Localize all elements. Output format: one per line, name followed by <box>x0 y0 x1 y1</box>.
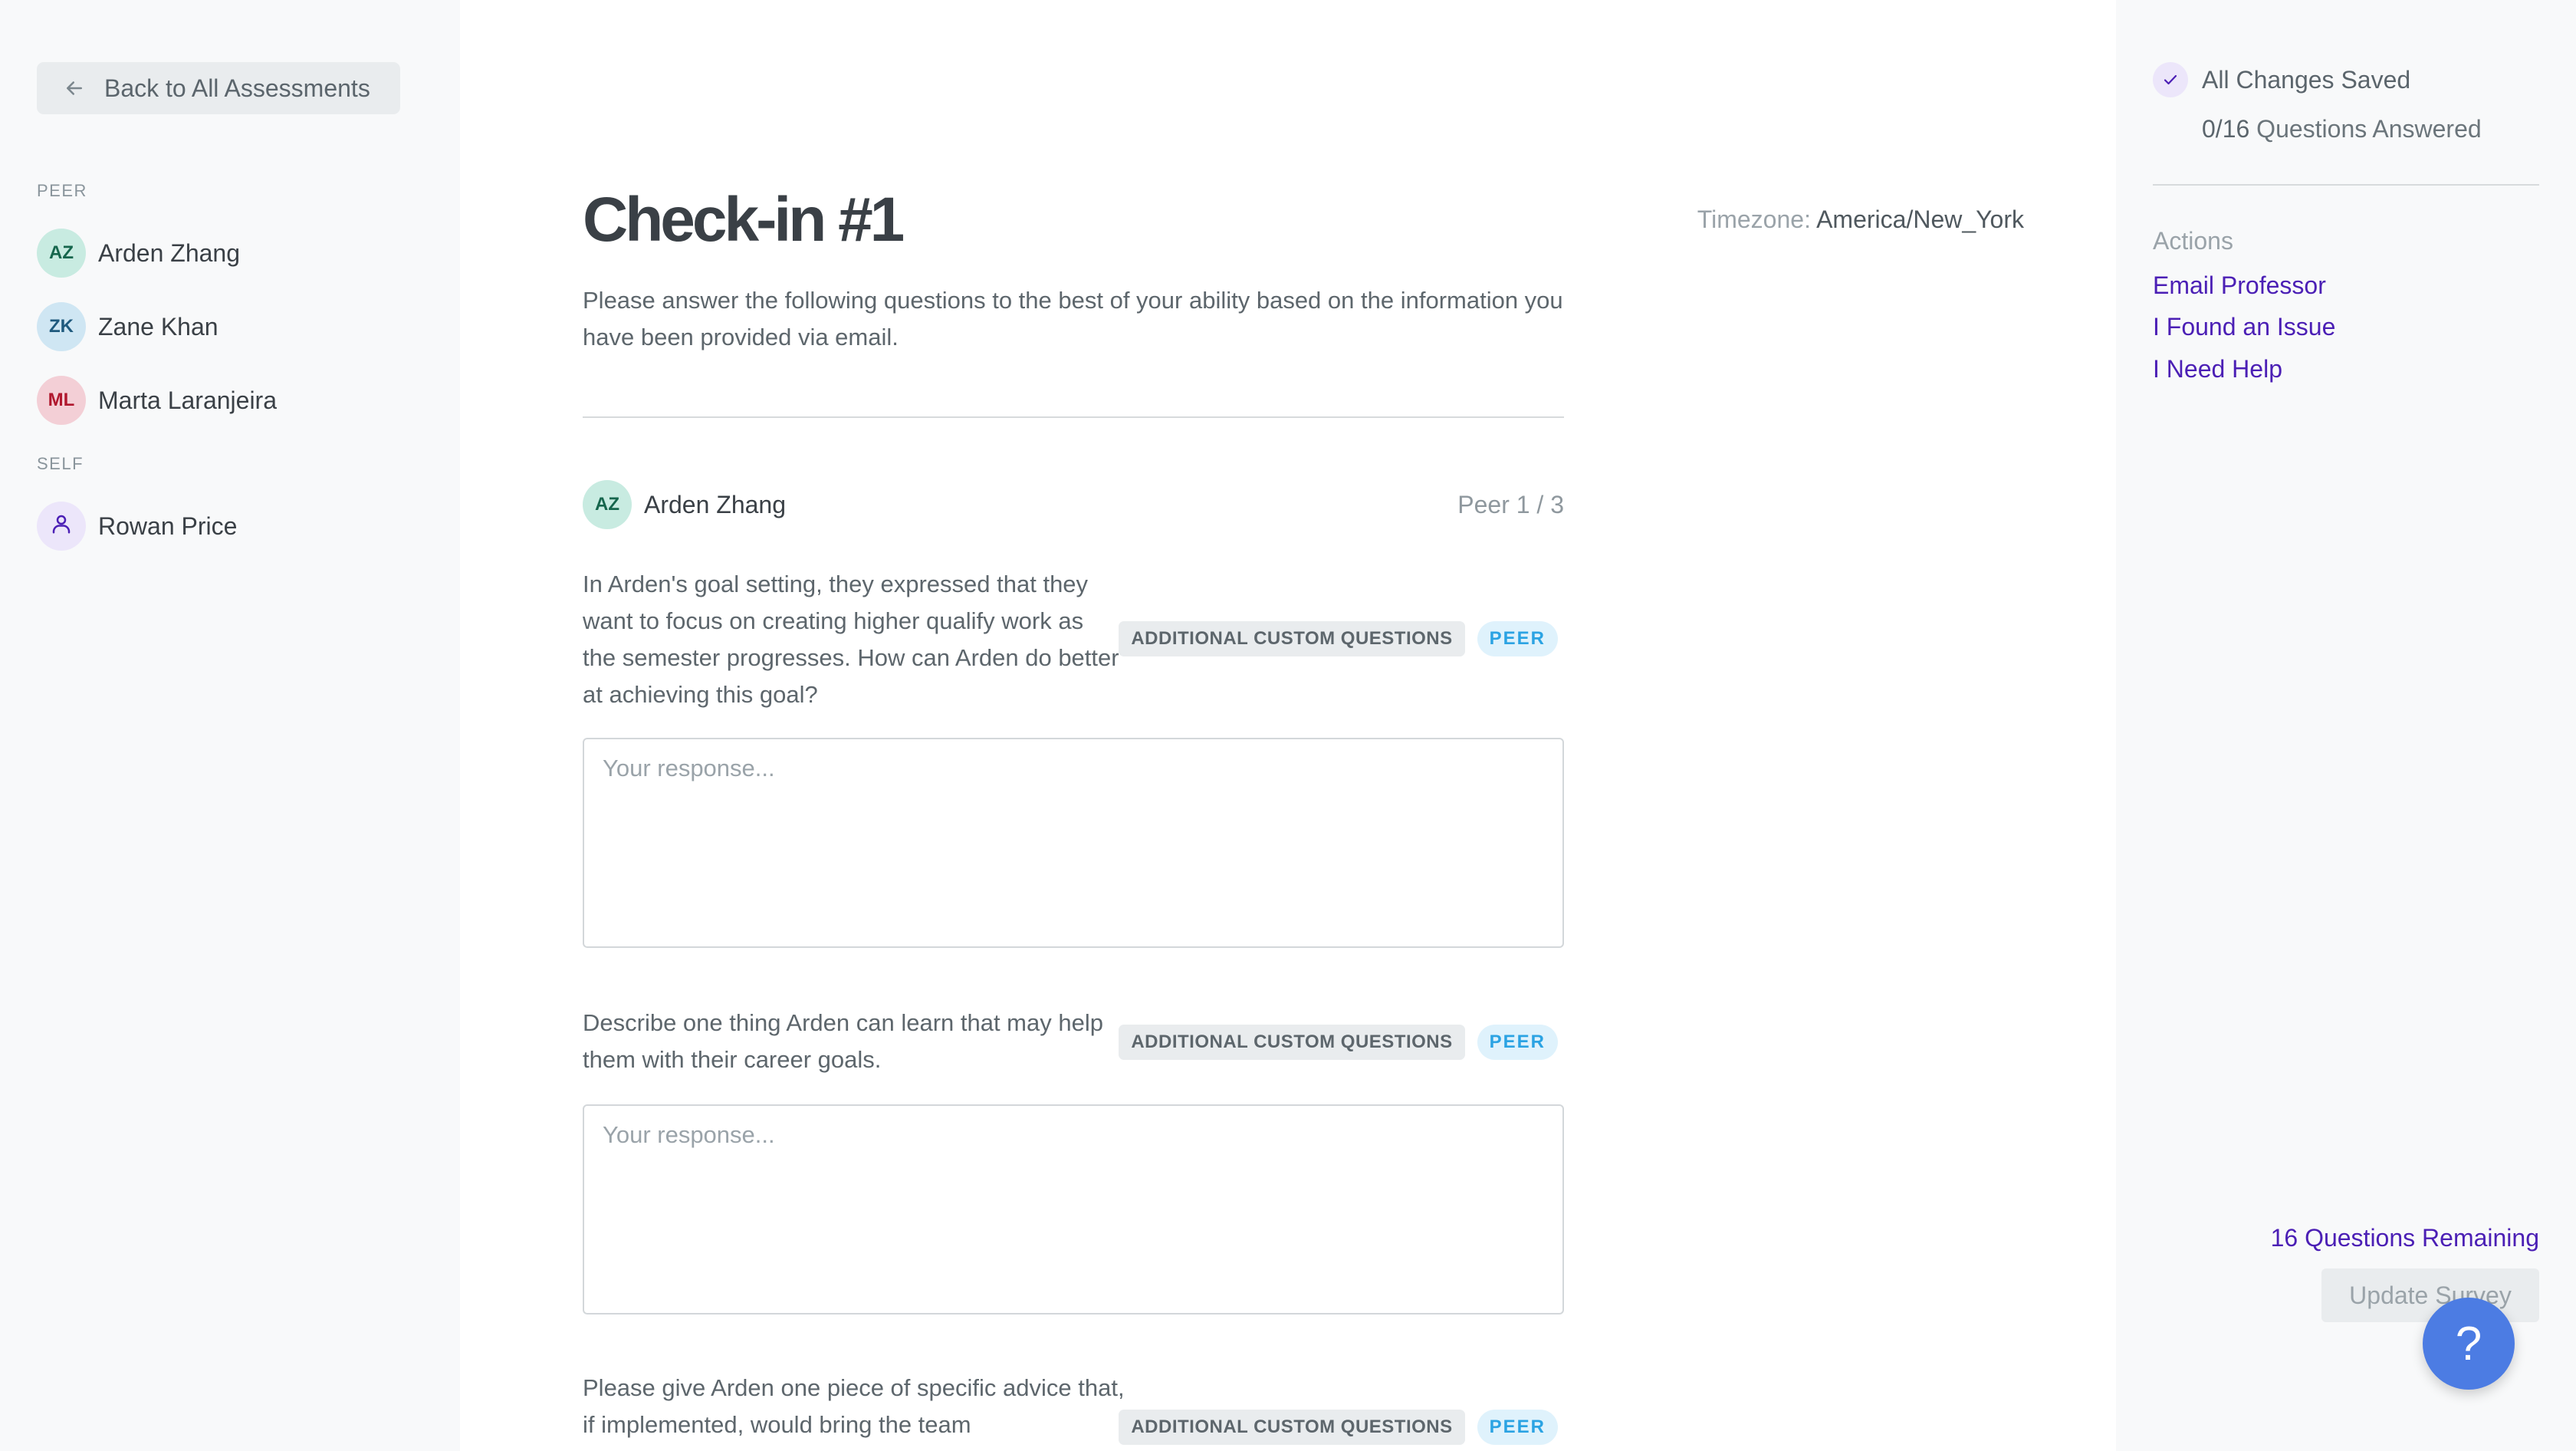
current-peer-header: AZ Arden Zhang Peer 1 / 3 <box>583 480 1564 529</box>
question-text: Describe one thing Arden can learn that … <box>583 1009 1103 1073</box>
category-tag: ADDITIONAL CUSTOM QUESTIONS <box>1119 621 1465 656</box>
timezone: Timezone: America/New_York <box>1697 206 2024 234</box>
response-input[interactable] <box>583 738 1564 948</box>
found-issue-link[interactable]: I Found an Issue <box>2153 313 2335 341</box>
email-professor-link[interactable]: Email Professor <box>2153 271 2326 300</box>
need-help-link[interactable]: I Need Help <box>2153 355 2282 383</box>
back-label: Back to All Assessments <box>104 74 370 102</box>
peer-tag: PEER <box>1477 621 1558 656</box>
peer-name: Marta Laranjeira <box>98 386 277 414</box>
saved-label: All Changes Saved <box>2202 65 2411 94</box>
category-tag: ADDITIONAL CUSTOM QUESTIONS <box>1119 1025 1465 1060</box>
avatar <box>37 502 86 551</box>
user-icon <box>50 512 73 541</box>
peer-tag: PEER <box>1477 1410 1558 1445</box>
question-mark-icon: ? <box>2455 1317 2482 1370</box>
status-panel: All Changes Saved 0/16 Questions Answere… <box>2116 0 2576 1451</box>
self-section-label: SELF <box>37 454 84 473</box>
self-name: Rowan Price <box>98 512 238 540</box>
sidebar-peer-marta-laranjeira[interactable]: ML Marta Laranjeira <box>37 376 277 425</box>
peer-section-label: PEER <box>37 181 87 200</box>
avatar: AZ <box>583 480 632 529</box>
check-icon <box>2153 62 2188 97</box>
question-tags: ADDITIONAL CUSTOM QUESTIONS PEER <box>1119 621 1558 656</box>
arrow-left-icon <box>63 77 86 100</box>
answered-label: Questions Answered <box>2256 115 2482 143</box>
left-sidebar: Back to All Assessments PEER AZ Arden Zh… <box>0 0 460 1451</box>
timezone-value: America/New_York <box>1816 206 2024 233</box>
help-fab-button[interactable]: ? <box>2423 1298 2515 1390</box>
update-survey-button[interactable]: Update Survey <box>2321 1268 2539 1322</box>
timezone-label: Timezone: <box>1697 206 1811 233</box>
question-1: In Arden's goal setting, they expressed … <box>583 566 1564 948</box>
sidebar-peer-arden-zhang[interactable]: AZ Arden Zhang <box>37 229 240 278</box>
avatar: ML <box>37 376 86 425</box>
avatar: AZ <box>37 229 86 278</box>
question-tags: ADDITIONAL CUSTOM QUESTIONS PEER <box>1119 1025 1558 1060</box>
peer-name: Zane Khan <box>98 312 219 341</box>
intro-text: Please answer the following questions to… <box>583 287 1563 350</box>
questions-answered: 0/16 Questions Answered <box>2202 115 2482 143</box>
question-text: Please give Arden one piece of specific … <box>583 1374 1125 1438</box>
peer-counter: Peer 1 / 3 <box>1457 491 1564 518</box>
category-tag: ADDITIONAL CUSTOM QUESTIONS <box>1119 1410 1465 1445</box>
avatar: ZK <box>37 302 86 351</box>
current-peer-name: Arden Zhang <box>644 490 787 518</box>
divider <box>583 416 1564 418</box>
main-content: Check-in #1 Timezone: America/New_York P… <box>460 0 2116 1451</box>
page-title: Check-in #1 <box>583 185 905 255</box>
question-2: Describe one thing Arden can learn that … <box>583 1005 1564 1314</box>
sidebar-self-rowan-price[interactable]: Rowan Price <box>37 502 237 551</box>
question-text: In Arden's goal setting, they expressed … <box>583 571 1119 708</box>
question-3: Please give Arden one piece of specific … <box>583 1370 1564 1445</box>
questions-remaining: 16 Questions Remaining <box>2270 1224 2539 1252</box>
answered-count: 0/16 <box>2202 115 2250 143</box>
response-input[interactable] <box>583 1104 1564 1314</box>
actions-heading: Actions <box>2153 227 2233 255</box>
sidebar-peer-zane-khan[interactable]: ZK Zane Khan <box>37 302 219 351</box>
save-status: All Changes Saved <box>2153 62 2410 97</box>
peer-tag: PEER <box>1477 1025 1558 1060</box>
question-tags: ADDITIONAL CUSTOM QUESTIONS PEER <box>1119 1410 1558 1445</box>
divider <box>2153 184 2539 186</box>
peer-name: Arden Zhang <box>98 239 241 267</box>
back-to-assessments-button[interactable]: Back to All Assessments <box>37 62 400 114</box>
